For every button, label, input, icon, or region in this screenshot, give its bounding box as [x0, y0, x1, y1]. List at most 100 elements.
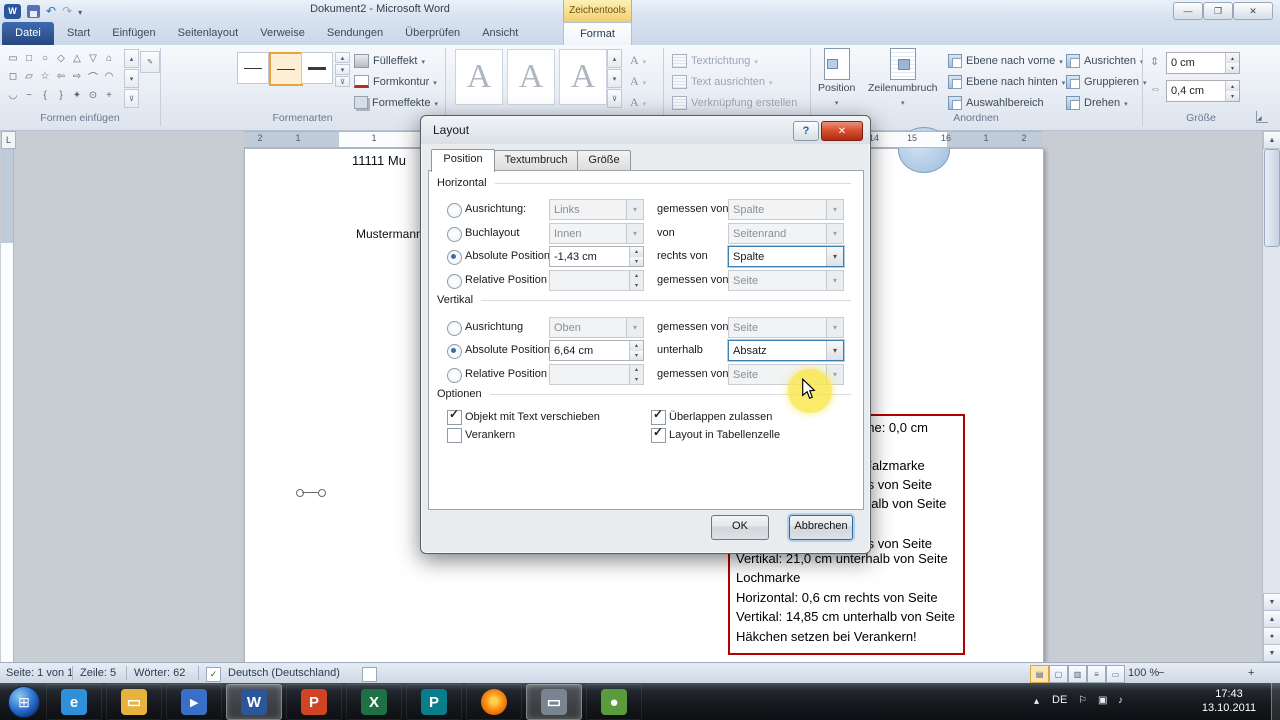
shape-effects-button[interactable]: Formeffekte [354, 93, 438, 112]
shape-icon[interactable]: ⇦ [53, 68, 69, 86]
zoom-level[interactable]: 100 % [1128, 667, 1159, 679]
cancel-button[interactable]: Abbrechen [789, 515, 853, 540]
taskbar-app-media-app[interactable]: ▸ [166, 684, 222, 720]
taskbar-app-internet-explorer[interactable]: e [46, 684, 102, 720]
text-outline-button[interactable]: A [630, 72, 646, 91]
ribbon-tab[interactable]: Ansicht [471, 22, 529, 45]
shape-icon[interactable]: ☆ [37, 68, 53, 86]
rotate-button[interactable]: Drehen [1066, 93, 1128, 112]
shape-icon[interactable]: } [53, 86, 69, 104]
combo-horizontal-relative-von[interactable]: Seite [728, 270, 844, 291]
scroll-down-icon[interactable]: ▼ [1263, 593, 1280, 611]
scroll-up-icon[interactable]: ▲ [1263, 131, 1280, 149]
hidden-icons-chevron[interactable]: ▴ [1034, 696, 1039, 720]
shape-width-field[interactable]: 0,4 cm [1166, 80, 1240, 102]
shape-icon[interactable]: ~ [21, 86, 37, 104]
shape-icon[interactable]: ◻ [5, 68, 21, 86]
titlebar[interactable]: W Dokument2 - Microsoft Word Zeichentool… [0, 0, 1280, 23]
spinner-vertikal-absolute-position[interactable]: 6,64 cm [549, 340, 644, 361]
shape-icon[interactable]: ▭ [5, 49, 21, 67]
connector-shape[interactable] [296, 489, 326, 497]
shape-icon[interactable]: ▱ [21, 68, 37, 86]
vertical-scrollbar[interactable]: ▲ ▼ ▲ ● ▼ [1262, 131, 1280, 662]
radio-vertikal-absolute-position[interactable] [447, 344, 462, 359]
word-logo-icon[interactable]: W [4, 4, 21, 19]
shape-icon[interactable]: ○ [37, 49, 53, 67]
send-backward-button[interactable]: Ebene nach hinten [948, 72, 1065, 91]
group-button[interactable]: Gruppieren [1066, 72, 1147, 91]
spinner-arrows[interactable] [629, 247, 643, 266]
text-direction-button[interactable]: Textrichtung [672, 51, 758, 70]
save-icon[interactable] [27, 5, 40, 18]
wordart-style[interactable]: A [455, 49, 503, 105]
text-wrap-button[interactable]: Zeilenumbruch [868, 48, 937, 108]
taskbar-app-powerpoint[interactable]: P [286, 684, 342, 720]
proofing-status-icon[interactable]: ✓ [206, 667, 221, 682]
ribbon-tab[interactable]: Überprüfen [394, 22, 471, 45]
radio-horizontal-absolute-position[interactable] [447, 250, 462, 265]
qat-customize-icon[interactable] [78, 2, 82, 20]
combo-vertikal-ausrichtung[interactable]: Oben [549, 317, 644, 338]
combo-horizontal-ausrichtung-von[interactable]: Spalte [728, 199, 844, 220]
shape-icon[interactable]: △ [69, 49, 85, 67]
gallery-more-icon[interactable]: ⊽ [607, 89, 622, 108]
shape-icon[interactable]: { [37, 86, 53, 104]
status-language[interactable]: Deutsch (Deutschland) [228, 667, 340, 679]
shape-style-thumb-2-selected[interactable] [269, 52, 303, 86]
combo-vertikal-unterhalb[interactable]: Absatz [728, 340, 844, 361]
print-layout-view-icon[interactable]: ▤ [1030, 665, 1049, 683]
checkbox-verankern[interactable] [447, 428, 462, 443]
gallery-up-icon[interactable]: ▴ [335, 52, 350, 63]
minimize-button[interactable]: — [1173, 2, 1203, 20]
dialog-tab-position[interactable]: Position [431, 149, 495, 172]
selection-pane-button[interactable]: Auswahlbereich [948, 93, 1044, 112]
undo-icon[interactable] [46, 2, 56, 20]
shape-icon[interactable]: ▽ [85, 49, 101, 67]
tab-selector-icon[interactable] [1, 131, 16, 149]
shape-height-field[interactable]: 0 cm [1166, 52, 1240, 74]
height-spinner[interactable] [1225, 53, 1239, 73]
dialog-help-button[interactable]: ? [793, 121, 819, 141]
dialog-tab-textumbruch[interactable]: Textumbruch [494, 150, 578, 171]
gallery-up-icon[interactable]: ▴ [607, 49, 622, 68]
checkbox-objekt-mit-text-verschieben[interactable] [447, 410, 462, 425]
dialog-tab-groesse[interactable]: Größe [577, 150, 631, 171]
status-page[interactable]: Seite: 1 von 1 [6, 667, 73, 679]
combo-buchlayout[interactable]: Innen [549, 223, 644, 244]
width-spinner[interactable] [1225, 81, 1239, 101]
spinner-vertikal-relative-position[interactable] [549, 364, 644, 385]
clock[interactable]: 17:43 13.10.2011 [1192, 687, 1266, 715]
shape-style-thumb-3[interactable] [301, 52, 333, 84]
dialog-close-button[interactable]: ✕ [821, 121, 863, 141]
ribbon-tab[interactable]: Start [56, 22, 101, 45]
maximize-button[interactable]: ❐ [1203, 2, 1233, 20]
outline-view-icon[interactable]: ≡ [1087, 665, 1106, 683]
gallery-up-icon[interactable]: ▴ [124, 49, 139, 68]
wordart-style[interactable]: A [507, 49, 555, 105]
gallery-down-icon[interactable]: ▾ [335, 64, 350, 75]
start-button[interactable]: ⊞ [8, 686, 40, 718]
shape-icon[interactable]: ⌒ [85, 68, 101, 86]
combo-vertikal-ausrichtung-von[interactable]: Seite [728, 317, 844, 338]
taskbar-app-excel[interactable]: X [346, 684, 402, 720]
zoom-out-button[interactable]: − [1158, 667, 1164, 679]
create-link-button[interactable]: Verknüpfung erstellen [672, 93, 797, 112]
web-layout-view-icon[interactable]: ▥ [1068, 665, 1087, 683]
network-icon[interactable]: ▣ [1098, 695, 1107, 720]
shape-outline-button[interactable]: Formkontur [354, 72, 437, 91]
redo-icon[interactable] [62, 2, 72, 20]
ribbon-tab[interactable]: Verweise [249, 22, 316, 45]
combo-horizontal-rechts-von[interactable]: Spalte [728, 246, 844, 267]
taskbar-app-screen-share[interactable]: ▭ [526, 684, 582, 720]
tab-datei[interactable]: Datei [2, 22, 54, 45]
gallery-down-icon[interactable]: ▾ [607, 69, 622, 88]
taskbar-app-publisher[interactable]: P [406, 684, 462, 720]
align-button[interactable]: Ausrichten [1066, 51, 1144, 70]
ribbon-tab[interactable]: Seitenlayout [167, 22, 250, 45]
show-desktop-button[interactable] [1271, 683, 1280, 720]
ribbon-tab[interactable]: Einfügen [101, 22, 166, 45]
shape-icon[interactable]: ✦ [69, 86, 85, 104]
text-effects-button[interactable]: A [630, 93, 646, 112]
checkbox-ueberlappen-zulassen[interactable] [651, 410, 666, 425]
align-text-button[interactable]: Text ausrichten [672, 72, 773, 91]
